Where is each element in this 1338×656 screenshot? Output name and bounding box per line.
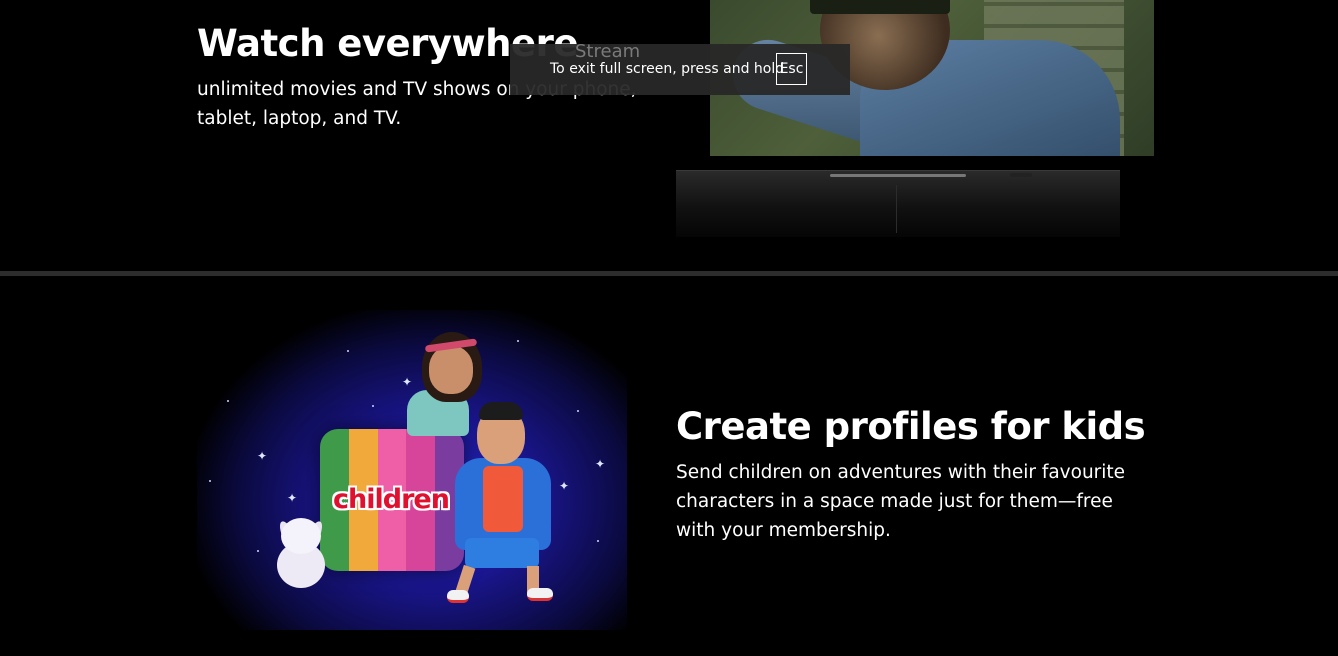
esc-key-badge: Esc bbox=[776, 53, 807, 85]
sparkle-icon: ✦ bbox=[595, 457, 606, 471]
tv-base-divider bbox=[896, 185, 897, 233]
boy-character-shirt bbox=[483, 466, 523, 532]
boy-character-hair bbox=[479, 402, 523, 420]
star-dot bbox=[347, 350, 349, 352]
girl-character-face bbox=[429, 346, 473, 394]
kids-profiles-title: Create profiles for kids bbox=[676, 405, 1146, 448]
star-dot bbox=[372, 405, 374, 407]
boy-character-shorts bbox=[465, 538, 539, 568]
watch-everywhere-section: Watch everywhere unlimited movies and TV… bbox=[0, 0, 1338, 272]
video-figure-cap bbox=[810, 0, 950, 14]
bunny-character-head bbox=[281, 518, 321, 554]
page: Watch everywhere unlimited movies and TV… bbox=[0, 0, 1338, 656]
fullscreen-notice-ghost-label: Stream bbox=[575, 41, 641, 62]
star-dot bbox=[577, 410, 579, 412]
kids-characters-illustration: ✦ ✦ ✦ ✦ ✦ children bbox=[197, 310, 627, 630]
tv-base-led bbox=[1010, 173, 1032, 177]
children-logo-text: children bbox=[333, 484, 450, 515]
kids-profiles-description: Send children on adventures with their f… bbox=[676, 462, 1126, 541]
boy-character-shoe bbox=[527, 588, 553, 601]
tv-base-strip bbox=[830, 174, 966, 177]
star-dot bbox=[597, 540, 599, 542]
star-dot bbox=[227, 400, 229, 402]
sparkle-icon: ✦ bbox=[257, 449, 268, 463]
star-dot bbox=[209, 480, 211, 482]
tv-device-icon bbox=[676, 170, 1120, 237]
star-dot bbox=[517, 340, 519, 342]
star-dot bbox=[257, 550, 259, 552]
fullscreen-notice-text: To exit full screen, press and hold bbox=[550, 61, 785, 77]
sparkle-icon: ✦ bbox=[287, 491, 298, 505]
sparkle-icon: ✦ bbox=[402, 375, 413, 389]
boy-character-shoe bbox=[447, 590, 469, 603]
sparkle-icon: ✦ bbox=[559, 479, 570, 493]
